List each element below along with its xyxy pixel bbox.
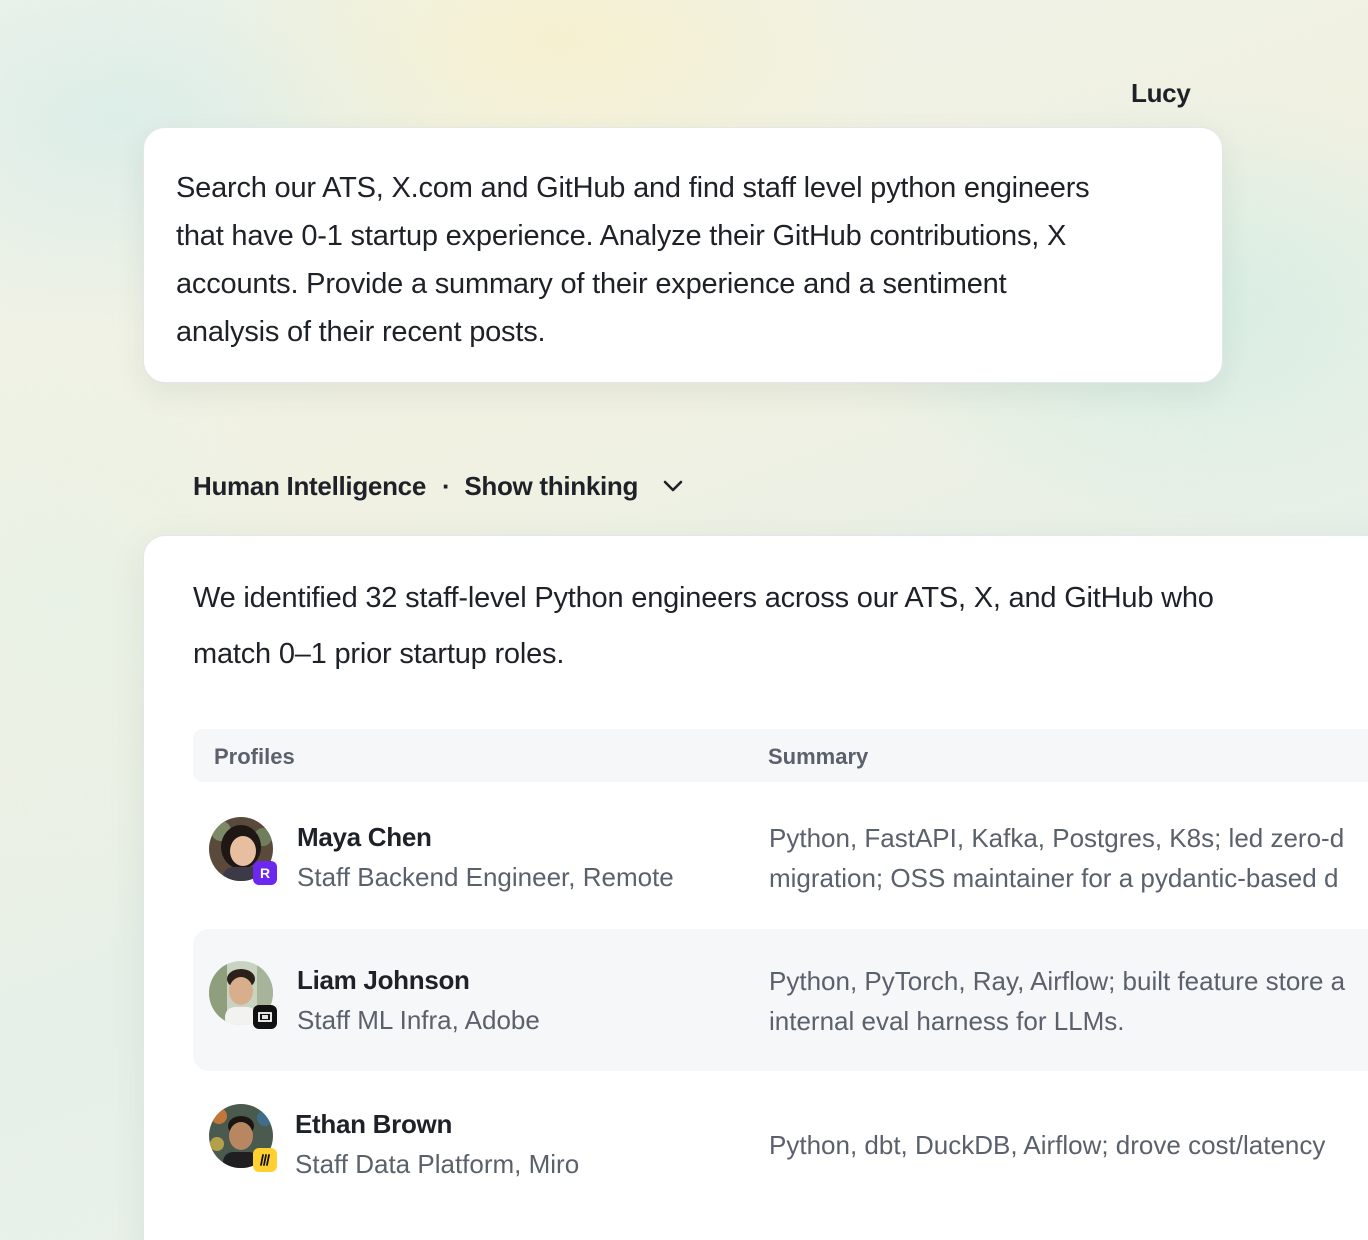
adobe-glyph-icon — [258, 1012, 272, 1022]
avatar: R — [209, 817, 277, 885]
profile-role: Staff ML Infra, Adobe — [297, 1005, 540, 1035]
table-row[interactable]: Liam Johnson Staff ML Infra, Adobe Pytho… — [193, 929, 1368, 1071]
profile-name[interactable]: Maya Chen — [297, 822, 432, 853]
user-message-text: Search our ATS, X.com and GitHub and fin… — [176, 172, 1090, 348]
profile-role: Staff Data Platform, Miro — [295, 1149, 580, 1179]
show-thinking-label: Show thinking — [464, 470, 639, 501]
user-message-bubble: Search our ATS, X.com and GitHub and fin… — [143, 127, 1223, 383]
table-header: Profiles Summary — [193, 729, 1368, 782]
profile-role: Staff Backend Engineer, Remote — [297, 862, 674, 892]
separator-dot: · — [441, 470, 451, 501]
adobe-logo-icon — [253, 1005, 277, 1029]
avatar — [209, 1104, 277, 1172]
show-thinking-toggle[interactable]: Show thinking — [464, 471, 686, 502]
miro-logo-icon — [253, 1148, 277, 1172]
profile-summary: Python, dbt, DuckDB, Airflow; drove cost… — [769, 1130, 1326, 1160]
sender-name: Lucy — [1131, 78, 1191, 108]
avatar — [209, 961, 277, 1029]
table-row[interactable]: Ethan Brown Staff Data Platform, Miro Py… — [193, 1073, 1368, 1215]
chevron-down-icon — [663, 480, 683, 492]
assistant-header: Human Intelligence · Show thinking — [193, 468, 686, 504]
profile-name[interactable]: Ethan Brown — [295, 1109, 452, 1140]
assistant-response-card: We identified 32 staff-level Python engi… — [143, 535, 1368, 1240]
response-intro-text: We identified 32 staff-level Python engi… — [193, 582, 1214, 670]
table-row[interactable]: R Maya Chen Staff Backend Engineer, Remo… — [193, 786, 1368, 928]
rippling-logo-icon: R — [253, 861, 277, 885]
assistant-name: Human Intelligence — [193, 470, 426, 501]
column-header-summary: Summary — [768, 744, 869, 769]
miro-glyph-icon — [260, 1154, 270, 1166]
profile-summary: Python, PyTorch, Ray, Airflow; built fea… — [769, 966, 1346, 1036]
profile-summary: Python, FastAPI, Kafka, Postgres, K8s; l… — [769, 823, 1345, 893]
column-header-profiles: Profiles — [214, 744, 295, 769]
profile-name[interactable]: Liam Johnson — [297, 965, 470, 996]
